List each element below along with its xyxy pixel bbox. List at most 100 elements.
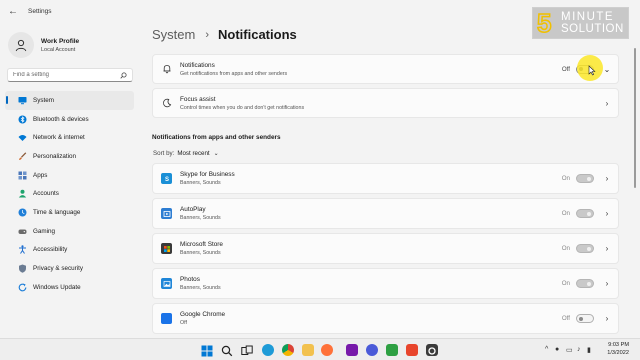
wifi-icon [18,133,27,142]
app-notification-card[interactable]: Microsoft Store Banners, Sounds On › [152,233,619,264]
profile-name: Work Profile [41,37,80,45]
chevron-right-icon[interactable]: › [602,209,612,218]
sort-control[interactable]: Sort by: Most recent ⌄ [153,150,219,157]
network-icon[interactable]: ▭ [566,346,573,354]
notifications-setting-card[interactable]: Notifications Get notifications from app… [152,54,619,84]
chrome-icon [161,313,172,324]
app-detail: Banners, Sounds [180,180,221,186]
app-notification-card[interactable]: AutoPlay Banners, Sounds On › [152,198,619,229]
sidebar-item-label: Network & internet [33,134,85,142]
app-name: Google Chrome [180,311,226,318]
chevron-down-icon[interactable]: ⌄ [602,65,612,74]
app-name: Microsoft Store [180,241,223,248]
app-toggle-state: On [561,175,570,182]
search-icon[interactable] [221,344,233,357]
notifications-toggle-state: Off [561,65,570,73]
firefox-icon[interactable] [321,344,333,356]
sidebar-item-bluetooth[interactable]: Bluetooth & devices [5,110,134,129]
bell-icon [162,64,172,74]
chevron-right-icon[interactable]: › [602,174,612,183]
chevron-right-icon[interactable]: › [602,279,612,288]
update-icon [18,283,27,292]
task-view-icon[interactable] [241,344,253,356]
recorder-icon[interactable] [366,344,378,356]
clock-time: 9:03 PM [608,342,629,348]
scrollbar[interactable] [634,28,637,328]
windows-start-icon[interactable] [201,344,213,357]
notifications-title: Notifications [180,61,215,69]
camtasia-icon[interactable] [386,344,398,356]
app-toggle[interactable] [576,314,594,323]
breadcrumb-separator: › [205,28,210,41]
app-toggle-state: On [561,210,570,217]
focus-assist-subtitle: Control times when you do and don't get … [180,104,305,111]
sidebar: Work Profile Local Account System Blueto… [0,22,140,338]
sidebar-item-accounts[interactable]: Accounts [5,184,134,203]
search-input[interactable] [13,72,113,78]
sidebar-item-label: System [33,96,54,104]
sort-value[interactable]: Most recent [177,150,209,157]
sidebar-item-label: Time & language [33,208,81,216]
sidebar-item-label: Gaming [33,227,56,235]
sidebar-item-accessibility[interactable]: Accessibility [5,241,134,260]
app-notification-card[interactable]: S Skype for Business Banners, Sounds On … [152,163,619,194]
chevron-right-icon[interactable]: › [602,314,612,323]
tray-overflow-chevron[interactable]: ^ [545,346,548,353]
chevron-right-icon[interactable]: › [602,99,612,108]
sidebar-item-network[interactable]: Network & internet [5,128,134,147]
sidebar-item-label: Accounts [33,190,59,198]
settings-taskbar-icon[interactable] [426,344,438,356]
clock[interactable]: 9:03 PM 1/3/2022 [597,341,629,357]
app-toggle[interactable] [576,279,594,288]
back-button[interactable]: ← [2,0,24,22]
search-icon[interactable] [120,71,127,79]
back-arrow-icon: ← [8,5,18,17]
page-title: Notifications [218,27,297,42]
tray-app-icon[interactable]: ● [555,346,559,353]
skype-icon: S [161,173,172,184]
app-toggle[interactable] [576,244,594,253]
file-explorer-icon[interactable] [302,344,314,356]
sidebar-item-privacy-security[interactable]: Privacy & security [5,259,134,278]
app-notification-card[interactable]: Photos Banners, Sounds On › [152,268,619,299]
app-notification-card[interactable]: Google Chrome Off Off › [152,303,619,334]
notifications-subtitle: Get notifications from apps and other se… [180,70,288,77]
logo-line-1: MINUTE [561,11,615,23]
sidebar-item-apps[interactable]: Apps [5,166,134,185]
apps-icon [18,171,27,180]
brush-icon [18,152,27,161]
app-detail: Banners, Sounds [180,250,221,256]
breadcrumb-parent[interactable]: System [152,27,195,42]
sidebar-item-personalization[interactable]: Personalization [5,147,134,166]
toggle-knob [587,281,591,286]
gaming-icon [18,227,27,236]
chevron-right-icon[interactable]: › [602,244,612,253]
battery-icon[interactable]: ▮ [587,346,591,354]
app-toggle-state: On [561,245,570,252]
user-icon [15,39,27,52]
onenote-icon[interactable] [346,344,358,356]
accessibility-icon [18,245,27,255]
search-box[interactable] [7,68,133,82]
app-name: Skype for Business [180,171,235,178]
edge-icon[interactable] [262,344,274,356]
chevron-down-icon[interactable]: ⌄ [214,150,219,157]
sidebar-item-gaming[interactable]: Gaming [5,222,134,241]
scroll-thumb[interactable] [634,48,636,188]
focus-assist-card[interactable]: Focus assist Control times when you do a… [152,88,619,118]
app-name: AutoPlay [180,206,206,213]
volume-icon[interactable]: ♪ [577,346,581,353]
chrome-taskbar-icon[interactable] [282,344,294,356]
sidebar-item-time-language[interactable]: Time & language [5,203,134,222]
bluetooth-icon [18,115,27,124]
app-toggle[interactable] [576,174,594,183]
profile[interactable]: Work Profile Local Account [0,22,140,62]
toggle-knob [587,211,591,216]
sidebar-item-system[interactable]: System [5,91,134,110]
snagit-icon[interactable] [406,344,418,356]
app-toggle[interactable] [576,209,594,218]
sidebar-item-windows-update[interactable]: Windows Update [5,278,134,297]
app-detail: Banners, Sounds [180,285,221,291]
toggle-knob [587,246,591,251]
toggle-knob [579,316,583,321]
